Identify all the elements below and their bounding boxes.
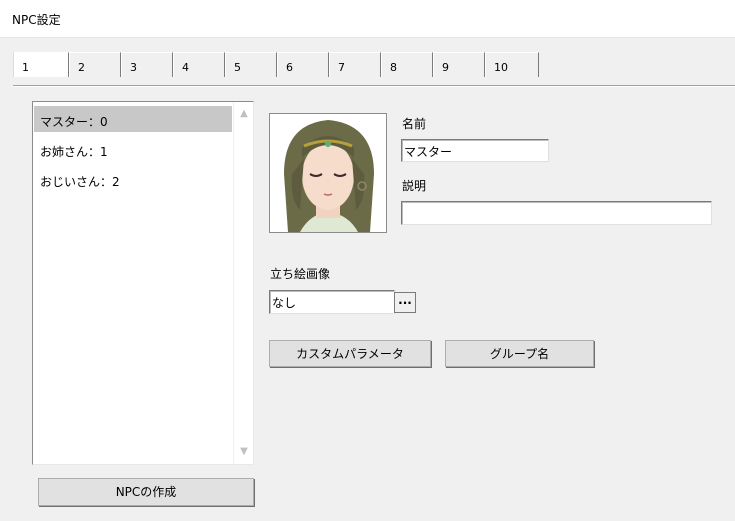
tab-3[interactable]: 3 xyxy=(121,52,173,77)
window-title: NPC設定 xyxy=(12,13,61,27)
description-field[interactable] xyxy=(401,201,712,225)
scroll-up-icon[interactable]: ▲ xyxy=(234,105,254,123)
tab-9[interactable]: 9 xyxy=(433,52,485,77)
tab-8[interactable]: 8 xyxy=(381,52,433,77)
name-label: 名前 xyxy=(402,117,427,131)
description-label: 説明 xyxy=(402,179,427,193)
list-scrollbar[interactable]: ▲ ▼ xyxy=(233,102,253,464)
scroll-down-icon[interactable]: ▼ xyxy=(234,443,254,461)
list-item[interactable]: おじいさん：2 xyxy=(34,166,232,192)
tab-panel-border xyxy=(13,85,735,87)
create-npc-button[interactable]: NPCの作成 xyxy=(38,478,254,506)
list-item[interactable]: お姉さん：1 xyxy=(34,136,232,162)
browse-button[interactable]: ... xyxy=(394,292,416,313)
group-name-button[interactable]: グループ名 xyxy=(445,340,594,367)
tab-5[interactable]: 5 xyxy=(225,52,277,77)
tab-10[interactable]: 10 xyxy=(485,52,539,77)
title-bar: NPC設定 xyxy=(0,0,735,38)
tab-7[interactable]: 7 xyxy=(329,52,381,77)
standing-image-field[interactable]: なし xyxy=(269,290,395,314)
tab-6[interactable]: 6 xyxy=(277,52,329,77)
tab-1[interactable]: 1 xyxy=(13,52,69,77)
npc-portrait[interactable] xyxy=(269,113,387,233)
custom-parameter-button[interactable]: カスタムパラメータ xyxy=(269,340,431,367)
standing-image-label: 立ち絵画像 xyxy=(270,267,331,281)
npc-list[interactable]: マスター：0 お姉さん：1 おじいさん：2 ▲ ▼ xyxy=(32,101,254,465)
portrait-image xyxy=(270,114,386,232)
tab-2[interactable]: 2 xyxy=(69,52,121,77)
tab-strip: 1 2 3 4 5 6 7 8 9 10 xyxy=(13,52,539,78)
list-item[interactable]: マスター：0 xyxy=(34,106,232,132)
tab-4[interactable]: 4 xyxy=(173,52,225,77)
name-field[interactable]: マスター xyxy=(401,139,549,162)
